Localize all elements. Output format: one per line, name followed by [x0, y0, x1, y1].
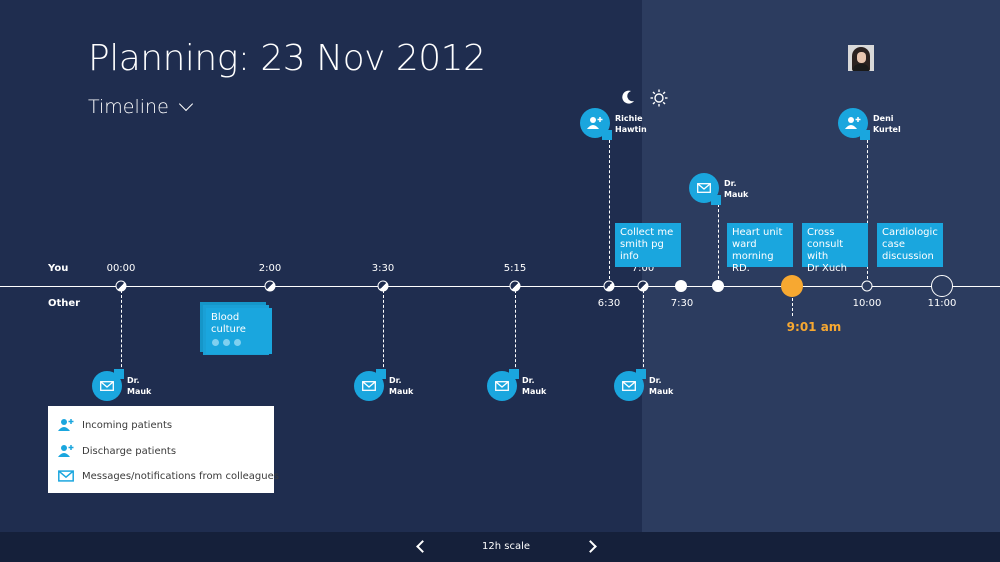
message-bubble[interactable]	[614, 369, 646, 401]
incoming-patient-bubble[interactable]	[580, 108, 612, 140]
task-card-cardiologic[interactable]: Cardiologic case discussion	[877, 223, 943, 267]
legend-panel: Incoming patients Discharge patients Mes…	[48, 406, 279, 493]
legend-item-messages: Messages/notifications from colleagues	[58, 470, 279, 482]
message-bubble[interactable]	[92, 369, 124, 401]
footer-bar: 12h scale	[0, 532, 1000, 562]
connector-line	[643, 290, 644, 372]
timeline-node[interactable]	[115, 280, 127, 292]
tick-label: 6:30	[597, 298, 621, 309]
contact-name: Richie Hawtin	[615, 114, 647, 134]
timeline-axis	[0, 286, 1000, 287]
timeline-node[interactable]	[675, 280, 687, 292]
connector-line	[609, 140, 610, 284]
view-label: Timeline	[88, 96, 169, 118]
legend-item-discharge: Discharge patients	[58, 444, 176, 458]
connector-line	[383, 290, 384, 372]
message-bubble[interactable]	[354, 369, 386, 401]
timeline-node[interactable]	[264, 280, 276, 292]
legend-item-incoming: Incoming patients	[58, 418, 172, 432]
add-user-icon	[845, 117, 861, 129]
contact-name: Dr. Mauk	[724, 179, 749, 199]
add-user-icon	[587, 117, 603, 129]
contact-name: Dr. Mauk	[389, 376, 414, 396]
contact-name: Dr. Mauk	[649, 376, 674, 396]
connector-line	[121, 290, 122, 372]
sun-icon[interactable]	[650, 89, 668, 107]
connector-line	[718, 204, 719, 284]
envelope-icon	[58, 470, 74, 482]
envelope-icon	[100, 381, 114, 391]
moon-icon[interactable]	[620, 89, 636, 105]
timeline-node[interactable]	[712, 280, 724, 292]
task-card-cross-consult[interactable]: Cross consult with Dr Xuch	[802, 223, 868, 274]
current-time-label: 9:01 am	[786, 320, 842, 334]
timeline-node[interactable]	[603, 280, 615, 292]
incoming-patient-bubble[interactable]	[838, 108, 870, 140]
row-label-you: You	[48, 263, 69, 274]
scale-label: 12h scale	[481, 541, 531, 552]
current-time-marker[interactable]	[781, 275, 803, 297]
stack-page-indicator[interactable]	[212, 339, 241, 346]
message-bubble[interactable]	[689, 173, 721, 205]
tick-label: 10:00	[852, 298, 882, 309]
tick-label: 7:30	[670, 298, 694, 309]
contact-name: Dr. Mauk	[127, 376, 152, 396]
contact-name: Deni Kurtel	[873, 114, 901, 134]
tick-label: 3:30	[371, 263, 395, 274]
timeline-node[interactable]	[931, 275, 953, 297]
chevron-left-icon[interactable]	[416, 540, 429, 553]
task-card-heart-unit[interactable]: Heart unit ward morning RD.	[727, 223, 793, 274]
envelope-icon	[697, 183, 711, 193]
connector-line	[515, 290, 516, 372]
page-title: Planning: 23 Nov 2012	[88, 38, 486, 79]
task-card-blood-culture[interactable]: Blood culture	[206, 308, 272, 354]
timeline-node[interactable]	[861, 280, 873, 292]
connector-line	[792, 298, 793, 316]
timeline-node[interactable]	[377, 280, 389, 292]
view-selector[interactable]: Timeline	[88, 96, 193, 118]
envelope-icon	[622, 381, 636, 391]
add-user-icon	[58, 419, 74, 431]
contact-name: Dr. Mauk	[522, 376, 547, 396]
avatar[interactable]	[848, 45, 874, 71]
tick-label: 11:00	[927, 298, 957, 309]
chevron-right-icon[interactable]	[584, 540, 597, 553]
envelope-icon	[495, 381, 509, 391]
task-card-collect-info[interactable]: Collect me smith pg info	[615, 223, 681, 267]
row-label-other: Other	[48, 298, 81, 309]
timeline-node[interactable]	[637, 280, 649, 292]
tick-label: 5:15	[503, 263, 527, 274]
message-bubble[interactable]	[487, 369, 519, 401]
chevron-down-icon	[178, 96, 193, 112]
envelope-icon	[362, 381, 376, 391]
add-user-icon	[58, 445, 74, 457]
timeline-node[interactable]	[509, 280, 521, 292]
tick-label: 00:00	[106, 263, 136, 274]
tick-label: 2:00	[258, 263, 282, 274]
